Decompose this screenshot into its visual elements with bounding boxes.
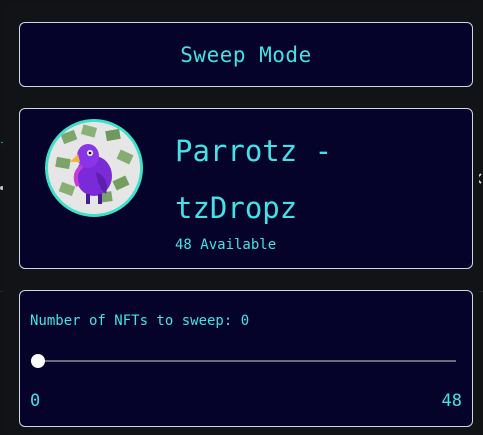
parrot-avatar-icon [45,119,143,217]
collection-name: Parrotz - tzDropz [175,134,333,225]
sweep-slider-track[interactable] [38,360,456,362]
sweep-modal: Sweep Mode Parrotz - tzDropz 48 Availabl… [3,4,479,435]
slider-max-label: 48 [441,391,462,411]
slider-min-label: 0 [30,391,41,411]
modal-title: Sweep Mode [180,42,312,67]
sweep-slider-card: Number of NFTs to sweep: 0 0 48 [19,290,473,427]
avatar-image [48,122,140,214]
available-count: 48 Available [175,237,277,253]
collection-card: Parrotz - tzDropz 48 Available [19,108,473,269]
background-divider-right [479,291,483,292]
sweep-slider-thumb[interactable] [31,354,45,368]
modal-header: Sweep Mode [19,22,473,87]
sweep-count-label: Number of NFTs to sweep: 0 [30,313,250,329]
